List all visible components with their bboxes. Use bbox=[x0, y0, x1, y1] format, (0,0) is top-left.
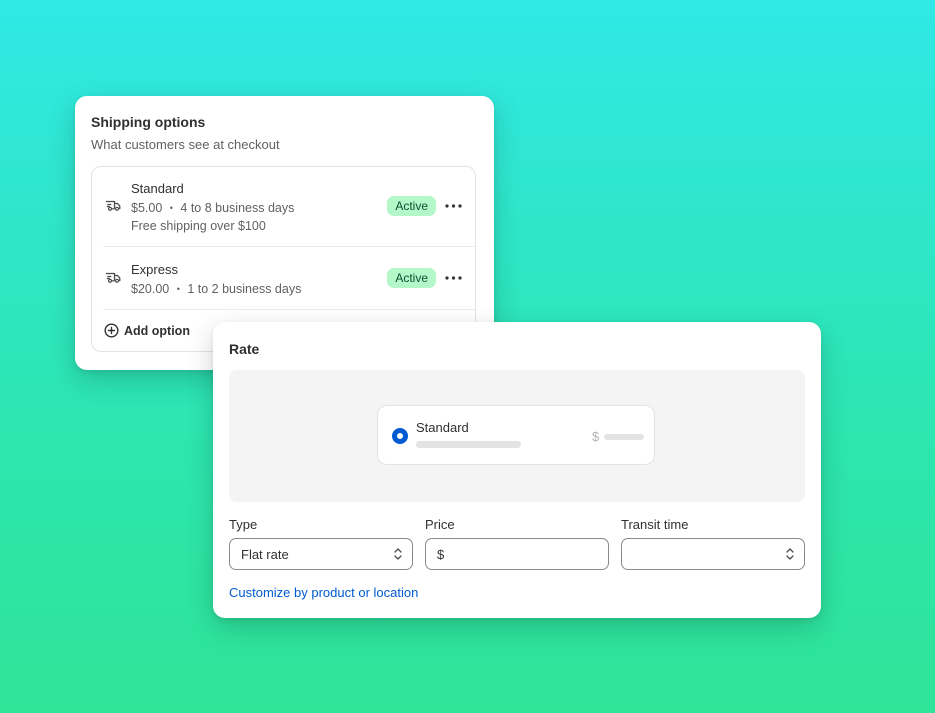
preview-option-card: Standard $ bbox=[377, 405, 655, 465]
radio-selected-icon bbox=[392, 428, 408, 444]
type-label: Type bbox=[229, 517, 258, 532]
price-input-prefix: $ bbox=[437, 547, 445, 562]
rate-title: Rate bbox=[229, 341, 260, 357]
transit-time-select[interactable] bbox=[621, 538, 805, 570]
plus-circle-icon bbox=[104, 323, 119, 338]
detail-separator: • bbox=[176, 284, 180, 294]
status-badge: Active bbox=[387, 196, 436, 216]
shipping-options-subtitle: What customers see at checkout bbox=[91, 137, 280, 152]
shipping-option-price: $20.00 bbox=[131, 282, 170, 296]
shipping-option-note: Free shipping over $100 bbox=[131, 219, 266, 233]
type-select[interactable]: Flat rate bbox=[229, 538, 413, 570]
more-horizontal-icon[interactable] bbox=[445, 204, 462, 208]
checkout-preview: Standard $ bbox=[229, 370, 805, 502]
shipping-option-price: $5.00 bbox=[131, 201, 163, 215]
rate-card: Rate Standard $ Type Flat rate Price $ T… bbox=[213, 322, 821, 618]
price-label: Price bbox=[425, 517, 455, 532]
preview-currency-symbol: $ bbox=[592, 429, 600, 444]
row-divider bbox=[103, 309, 475, 310]
detail-separator: • bbox=[169, 203, 173, 213]
select-chevron-icon bbox=[394, 548, 402, 560]
price-input[interactable]: $ bbox=[425, 538, 609, 570]
shipping-option-express[interactable]: Express $20.00 • 1 to 2 business days Ac… bbox=[103, 247, 475, 309]
more-horizontal-icon[interactable] bbox=[445, 276, 462, 280]
preview-option-name: Standard bbox=[416, 420, 469, 435]
truck-icon bbox=[106, 272, 121, 283]
shipping-option-detail: $20.00 • 1 to 2 business days bbox=[131, 282, 301, 296]
add-option-label: Add option bbox=[124, 323, 190, 338]
add-option-button[interactable]: Add option bbox=[104, 323, 190, 338]
placeholder-bar bbox=[416, 441, 521, 448]
shipping-option-standard[interactable]: Standard $5.00 • 4 to 8 business days Fr… bbox=[103, 167, 475, 246]
select-chevron-icon bbox=[786, 548, 794, 560]
shipping-option-time: 1 to 2 business days bbox=[187, 282, 302, 296]
transit-time-label: Transit time bbox=[621, 517, 689, 532]
shipping-option-detail: $5.00 • 4 to 8 business days bbox=[131, 201, 294, 215]
status-badge: Active bbox=[387, 268, 436, 288]
shipping-options-title: Shipping options bbox=[91, 114, 206, 130]
type-select-value: Flat rate bbox=[241, 547, 289, 562]
truck-icon bbox=[106, 200, 121, 211]
customize-link[interactable]: Customize by product or location bbox=[229, 585, 418, 600]
placeholder-bar bbox=[604, 434, 644, 440]
shipping-option-time: 4 to 8 business days bbox=[180, 201, 295, 215]
shipping-option-name: Express bbox=[131, 262, 178, 277]
shipping-option-name: Standard bbox=[131, 181, 184, 196]
